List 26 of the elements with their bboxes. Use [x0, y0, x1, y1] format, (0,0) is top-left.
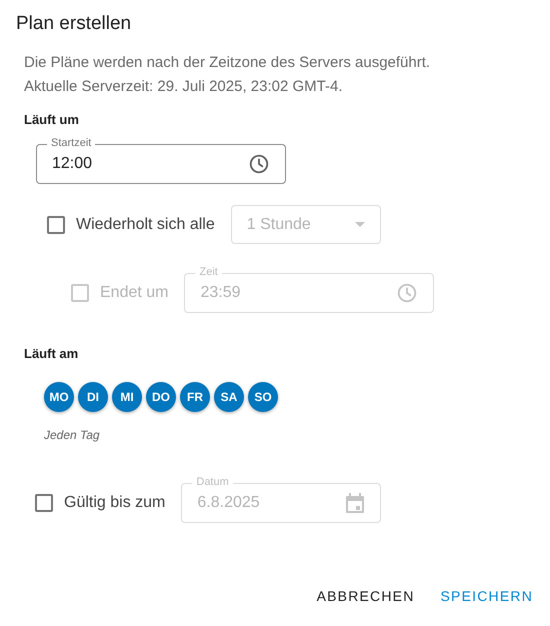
day-toggle[interactable]: MI [112, 382, 142, 412]
day-toggle[interactable]: MO [44, 382, 74, 412]
field-value: 23:59 [200, 283, 242, 303]
checkbox-label: Wiederholt sich alle [76, 214, 215, 234]
checkbox[interactable] [47, 216, 65, 234]
dialog-button[interactable]: SPEICHERN [432, 578, 542, 614]
checkbox[interactable] [35, 494, 53, 512]
day-toggle[interactable]: FR [180, 382, 210, 412]
day-toggle[interactable]: DO [146, 382, 176, 412]
dialog-button[interactable]: ABBRECHEN [308, 578, 424, 614]
section-heading: Läuft um [23, 111, 80, 129]
day-toggle[interactable]: DI [78, 382, 108, 412]
description-text: Aktuelle Serverzeit: 29. Juli 2025, 23:02 GMT-4. [24, 77, 344, 97]
section-heading: Läuft am [23, 345, 80, 363]
field-value: 6.8.2025 [197, 493, 261, 513]
clock-icon[interactable] [248, 153, 270, 175]
checkbox-label: Gültig bis zum [64, 493, 166, 513]
dialog-title: Plan erstellen [15, 12, 132, 36]
caret-icon [354, 222, 365, 227]
schedule-summary: Jeden Tag [43, 427, 101, 444]
day-toggle[interactable]: SO [248, 382, 278, 412]
description-text: Die Pläne werden nach der Zeitzone des Servers ausgeführt. [24, 53, 432, 73]
day-toggle[interactable]: SA [214, 382, 244, 412]
dropdown-value: 1 Stunde [246, 214, 312, 234]
checkbox-label: Endet um [100, 283, 168, 303]
field-value: 12:00 [52, 154, 94, 174]
